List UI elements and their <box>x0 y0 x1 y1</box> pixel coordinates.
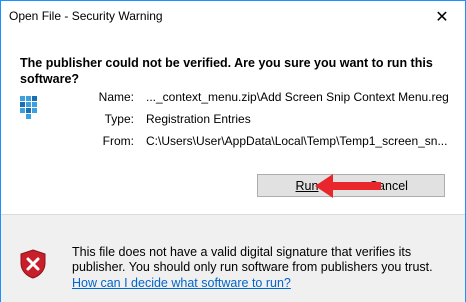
security-warning-dialog: Open File - Security Warning ✕ The publi… <box>0 0 466 302</box>
footer-panel: This file does not have a valid digital … <box>1 214 465 302</box>
red-arrow-icon <box>315 174 381 198</box>
warning-question: The publisher could not be verified. Are… <box>20 56 433 86</box>
title-bar[interactable]: Open File - Security Warning ✕ <box>1 1 465 32</box>
name-value: ..._context_menu.zip\Add Screen Snip Con… <box>146 90 449 104</box>
close-button[interactable]: ✕ <box>419 1 465 32</box>
help-link[interactable]: How can I decide what software to run? <box>72 276 291 290</box>
type-value: Registration Entries <box>146 112 251 126</box>
signature-warning-text: This file does not have a valid digital … <box>72 245 433 274</box>
window-title: Open File - Security Warning <box>9 9 163 23</box>
shield-error-icon <box>20 249 46 279</box>
name-label: Name: <box>98 90 134 104</box>
from-value: C:\Users\User\AppData\Local\Temp\Temp1_s… <box>146 134 448 148</box>
from-label: From: <box>102 134 134 148</box>
type-label: Type: <box>104 112 134 126</box>
